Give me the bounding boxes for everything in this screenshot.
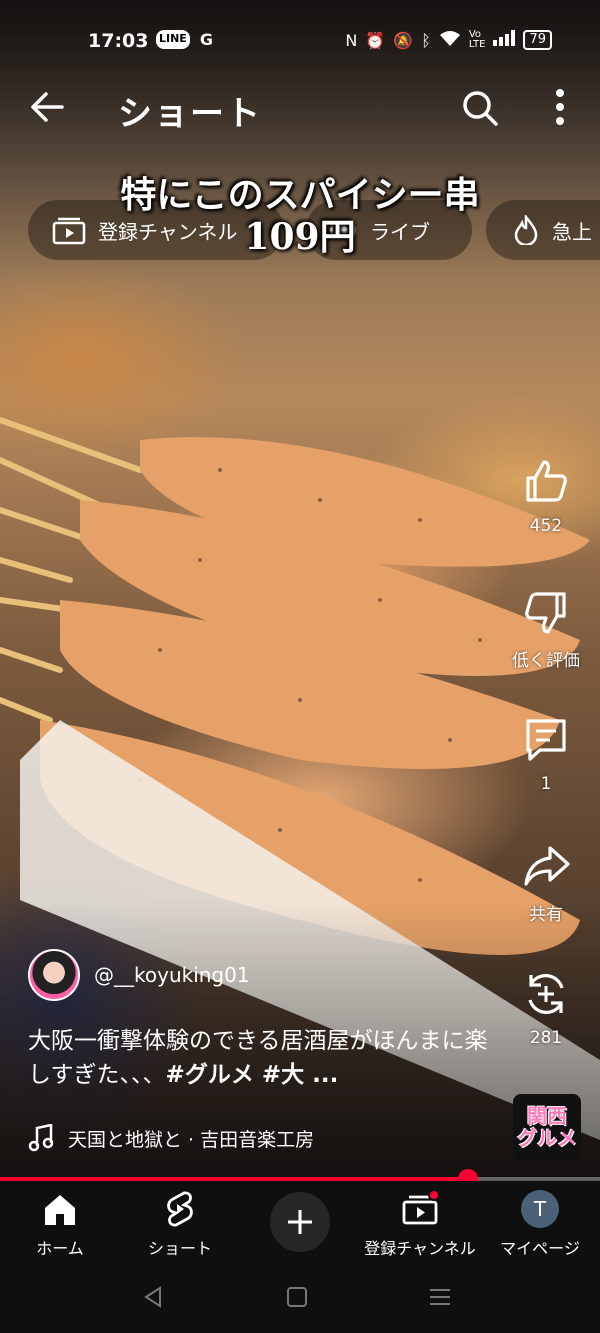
thumb-down-icon bbox=[525, 592, 566, 634]
mypage-avatar: T bbox=[521, 1190, 559, 1228]
nav-mypage[interactable]: T マイページ bbox=[480, 1189, 600, 1259]
search-button[interactable] bbox=[460, 88, 500, 128]
channel-row[interactable]: @__koyuking01 bbox=[28, 948, 250, 1002]
comments-button[interactable]: 1 bbox=[500, 716, 592, 794]
nav-home-label: ホーム bbox=[36, 1239, 84, 1258]
remix-count: 281 bbox=[529, 1028, 563, 1048]
signal-icon bbox=[493, 30, 516, 50]
sound-thumb-line-2: グルメ bbox=[517, 1126, 577, 1150]
system-navigation-bar bbox=[0, 1263, 600, 1333]
nav-subscriptions[interactable]: 登録チャンネル bbox=[360, 1189, 480, 1259]
status-system-icons: N ⏰ 🔕 ᛒ Vo LTE 79 bbox=[345, 30, 552, 50]
status-notification-icons: LINE G bbox=[156, 30, 213, 49]
more-options-button[interactable] bbox=[545, 86, 575, 128]
nav-shorts-label: ショート bbox=[147, 1239, 212, 1258]
top-app-bar: ショート bbox=[0, 82, 600, 134]
system-recents-button[interactable] bbox=[428, 1285, 452, 1313]
bluetooth-icon: ᛒ bbox=[421, 30, 431, 50]
share-button[interactable]: 共有 bbox=[500, 842, 592, 925]
like-button[interactable]: 452 bbox=[500, 458, 592, 536]
subscriptions-badge-dot bbox=[428, 1189, 440, 1201]
nav-subscriptions-label: 登録チャンネル bbox=[364, 1239, 476, 1258]
sound-thumbnail[interactable]: 関西 グルメ bbox=[513, 1094, 581, 1160]
dislike-button[interactable]: 低く評価 bbox=[500, 588, 592, 671]
share-icon bbox=[524, 846, 570, 886]
remix-button[interactable]: 281 bbox=[500, 970, 592, 1048]
shorts-icon bbox=[167, 1191, 193, 1227]
back-button[interactable] bbox=[28, 88, 66, 126]
square-home-icon bbox=[287, 1287, 307, 1307]
music-track: 天国と地獄と · 吉田音楽工房 bbox=[68, 1128, 315, 1151]
menu-recents-icon bbox=[430, 1289, 450, 1305]
google-icon: G bbox=[199, 30, 213, 49]
triangle-back-icon bbox=[144, 1286, 161, 1308]
arrow-left-icon bbox=[31, 92, 64, 122]
bottom-navigation: ホーム ショート 登録チャンネル T マイページ bbox=[0, 1181, 600, 1263]
create-button[interactable] bbox=[270, 1192, 330, 1252]
dislike-label: 低く評価 bbox=[512, 651, 580, 671]
search-icon bbox=[463, 91, 498, 126]
system-back-button[interactable] bbox=[142, 1285, 164, 1313]
wifi-icon bbox=[439, 30, 461, 50]
video-description[interactable]: 大阪一衝撃体験のできる居酒屋がほんまに楽しすぎた、、、#グルメ #大 ... bbox=[28, 1024, 498, 1092]
remix-icon bbox=[528, 974, 564, 1014]
status-bar: 17:03 LINE G N ⏰ 🔕 ᛒ Vo LTE 79 bbox=[0, 0, 600, 80]
music-note-icon bbox=[28, 1124, 54, 1152]
video-caption-line-2: 109円 bbox=[244, 216, 356, 258]
volte-icon: Vo LTE bbox=[468, 29, 486, 50]
sound-thumb-line-1: 関西 bbox=[527, 1104, 567, 1128]
channel-handle[interactable]: @__koyuking01 bbox=[94, 963, 250, 987]
mute-icon: 🔕 bbox=[393, 30, 414, 50]
battery-indicator: 79 bbox=[523, 30, 552, 50]
nav-mypage-label: マイページ bbox=[500, 1239, 580, 1258]
description-hashtags[interactable]: #グルメ #大 ... bbox=[166, 1062, 339, 1088]
page-title: ショート bbox=[118, 94, 262, 134]
like-count: 452 bbox=[529, 516, 563, 536]
share-label: 共有 bbox=[529, 905, 563, 925]
home-icon bbox=[45, 1195, 75, 1225]
nfc-icon: N bbox=[345, 30, 358, 50]
nav-home[interactable]: ホーム bbox=[0, 1189, 120, 1259]
comment-count: 1 bbox=[540, 774, 552, 794]
music-row[interactable]: 天国と地獄と · 吉田音楽工房 bbox=[28, 1124, 314, 1152]
status-time: 17:03 bbox=[88, 30, 149, 52]
nav-shorts[interactable]: ショート bbox=[120, 1189, 240, 1259]
alarm-icon: ⏰ bbox=[365, 30, 386, 50]
plus-icon bbox=[288, 1210, 312, 1234]
channel-avatar[interactable] bbox=[28, 949, 80, 1001]
thumb-up-icon bbox=[526, 460, 567, 502]
more-vert-icon bbox=[556, 89, 564, 125]
system-home-button[interactable] bbox=[286, 1285, 308, 1313]
line-app-icon: LINE bbox=[156, 30, 190, 49]
comment-icon bbox=[526, 719, 566, 761]
